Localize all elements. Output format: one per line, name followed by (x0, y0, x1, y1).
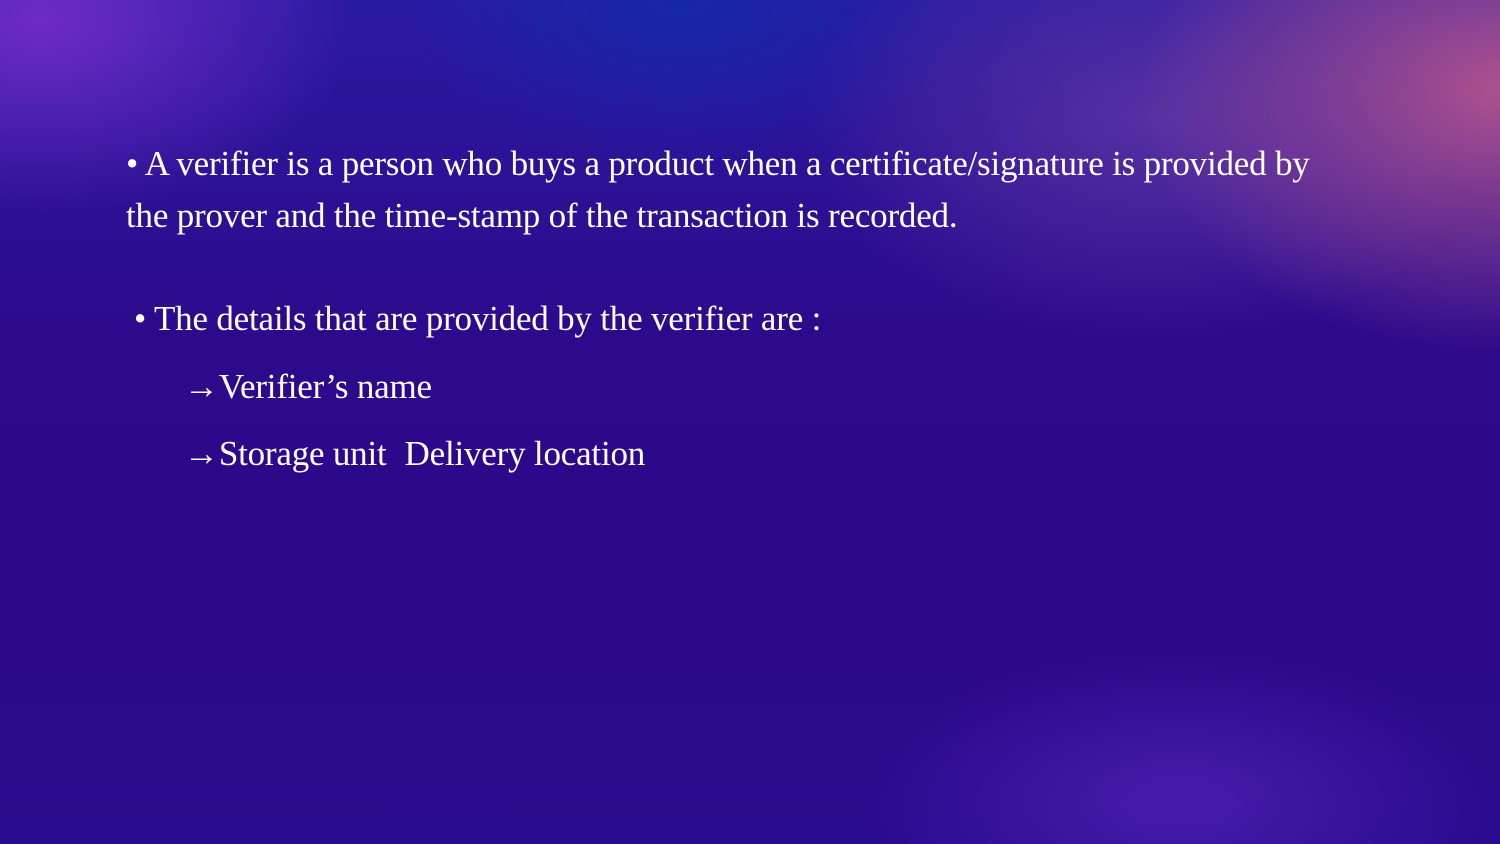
bullet-point-2-text: The details that are provided by the ver… (153, 299, 822, 338)
slide-body: • A verifier is a person who buys a prod… (126, 138, 1326, 480)
bullet-marker: • (134, 299, 147, 338)
sub-item-label: Storage unit (218, 434, 387, 473)
sub-item-verifier-name: →Verifier’s name (126, 361, 1326, 413)
bullet-point-2: • The details that are provided by the v… (126, 293, 1326, 345)
arrow-icon: → (184, 367, 219, 406)
arrow-icon: → (184, 434, 219, 473)
sub-item-label: Verifier’s name (218, 367, 432, 406)
bullet-marker: • (126, 144, 139, 183)
sub-item-storage-delivery: →Storage unit Delivery location (126, 428, 1326, 480)
bullet-point-1: • A verifier is a person who buys a prod… (126, 138, 1326, 242)
bullet-point-1-text: A verifier is a person who buys a produc… (126, 144, 1310, 235)
sub-item-label: Delivery location (404, 434, 646, 473)
